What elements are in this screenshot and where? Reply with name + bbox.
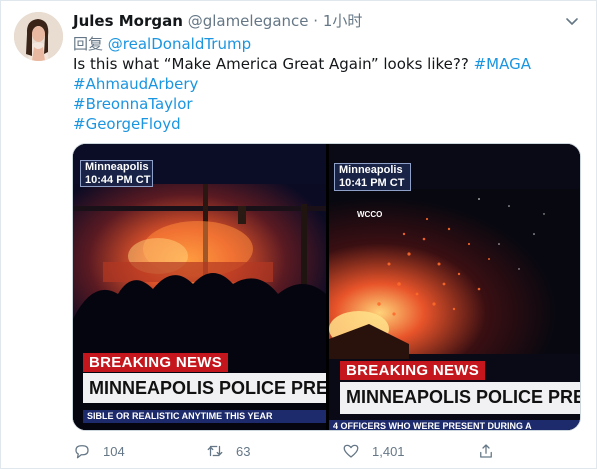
location-city-right: Minneapolis [339,164,403,176]
avatar[interactable] [14,12,63,61]
reply-prefix: 回复 [73,35,104,53]
heart-icon [343,444,359,458]
retweet-icon [207,445,223,457]
media-image-left[interactable]: Minneapolis 10:44 PM CT BREAKING NEWS MI… [73,144,326,430]
reply-count: 104 [103,443,125,459]
chevron-down-icon[interactable] [562,11,582,31]
tweet-card: Jules Morgan @glamelegance · 1小时 回复 @rea… [0,0,597,469]
hashtag-link[interactable]: #AhmaudArbery [73,75,198,93]
headline-banner-right: MINNEAPOLIS POLICE PRECINCT ON [340,382,580,414]
location-time-right: 10:41 PM CT [339,177,405,189]
tweet-text: Is this what “Make America Great Again” … [73,54,583,134]
replying-to: 回复 @realDonaldTrump [73,34,251,54]
news-ticker-right: 4 OFFICERS WHO WERE PRESENT DURING A [329,420,580,430]
headline-banner-left: MINNEAPOLIS POLICE PRECINCT ON F [83,373,326,403]
hashtag-link[interactable]: #GeorgeFloyd [73,115,181,133]
retweet-button[interactable]: 63 [206,440,250,462]
location-time-left: 10:44 PM CT [85,174,151,186]
share-icon [480,444,492,458]
retweet-count: 63 [236,443,251,459]
news-ticker-left: SIBLE OR REALISTIC ANYTIME THIS YEAR [83,410,326,423]
hashtag-link[interactable]: #MAGA [474,55,531,73]
location-city-left: Minneapolis [85,161,149,173]
like-count: 1,401 [372,443,405,459]
author-handle[interactable]: @glamelegance [188,12,309,30]
tweet-header: Jules Morgan @glamelegance · 1小时 [73,11,362,31]
reply-button[interactable]: 104 [73,440,125,462]
share-button[interactable] [477,440,507,462]
headline-text-right: MINNEAPOLIS POLICE PRECINCT ON [346,387,580,407]
station-logo: WCCO [357,210,383,219]
tweet-actions: 104 63 1,401 [73,440,503,462]
author-name[interactable]: Jules Morgan [73,12,183,30]
media-grid: Minneapolis 10:44 PM CT BREAKING NEWS MI… [72,143,581,431]
tweet-text-line: Is this what “Make America Great Again” … [73,55,469,73]
tweet-timestamp[interactable]: 1小时 [323,12,363,30]
media-image-right[interactable]: Minneapolis 10:41 PM CT WCCO BREAKING NE… [329,144,580,430]
breaking-news-label-left: BREAKING NEWS [83,353,229,372]
headline-text-left: MINNEAPOLIS POLICE PRECINCT ON F [89,378,326,398]
hashtag-link[interactable]: #BreonnaTaylor [73,95,193,113]
reply-icon [75,445,89,459]
like-button[interactable]: 1,401 [342,440,405,462]
separator-dot: · [313,12,319,30]
avatar-image [14,12,63,61]
reply-mention-link[interactable]: @realDonaldTrump [108,35,251,53]
breaking-news-label-right: BREAKING NEWS [340,361,486,380]
